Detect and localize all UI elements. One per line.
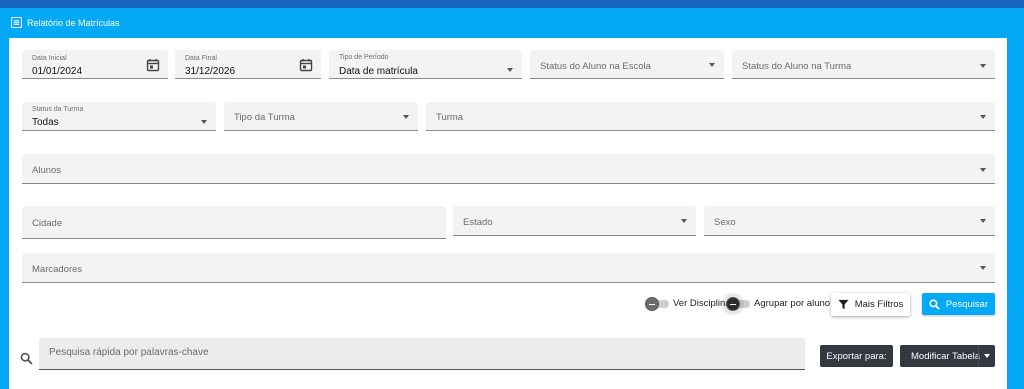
data-inicial-label: Data Inicial: [32, 55, 67, 62]
data-final-value: 31/12/2026: [185, 66, 236, 77]
data-final-label: Data Final: [185, 55, 217, 62]
exportar-label: Exportar para:: [826, 350, 887, 362]
turma-label: Turma: [436, 112, 464, 123]
cidade-label: Cidade: [32, 218, 63, 229]
search-icon: [929, 298, 940, 310]
status-turma-select[interactable]: Status da Turma Todas: [22, 102, 216, 131]
tipo-periodo-select[interactable]: Tipo de Período Data de matrícula: [329, 50, 522, 79]
toggle-knob[interactable]: [726, 296, 740, 311]
page-background-right: [1007, 38, 1024, 389]
chevron-down-icon: [980, 219, 986, 223]
chevron-down-icon: [507, 68, 513, 72]
turma-select[interactable]: Turma: [426, 102, 995, 131]
tipo-turma-select[interactable]: Tipo da Turma: [224, 102, 418, 131]
alunos-label: Alunos: [32, 165, 62, 176]
data-final-field[interactable]: Data Final 31/12/2026: [175, 50, 321, 79]
toggle-knob[interactable]: [645, 296, 659, 311]
status-aluno-turma-label: Status do Aluno na Turma: [742, 61, 852, 72]
pesquisar-label: Pesquisar: [945, 298, 989, 310]
marcadores-label: Marcadores: [32, 264, 83, 275]
chevron-down-icon[interactable]: [984, 354, 990, 358]
mais-filtros-button[interactable]: Mais Filtros: [831, 293, 910, 316]
mais-filtros-label: Mais Filtros: [854, 299, 904, 310]
data-inicial-field[interactable]: Data Inicial 01/01/2024: [22, 50, 168, 79]
toggle-track[interactable]: [645, 296, 669, 311]
top-bar: [0, 0, 1024, 8]
search-icon: [20, 352, 33, 365]
page-header: Relatório de Matrículas: [0, 8, 1024, 38]
page-background-left: [0, 38, 9, 389]
tipo-turma-label: Tipo da Turma: [234, 112, 295, 123]
sexo-label: Sexo: [714, 217, 736, 228]
page-title: Relatório de Matrículas: [11, 17, 120, 28]
tipo-periodo-label: Tipo de Período: [339, 54, 389, 61]
chevron-down-icon: [681, 219, 687, 223]
chevron-down-icon: [980, 64, 986, 68]
agrupar-por-aluno-toggle[interactable]: Agrupar por aluno: [722, 292, 831, 315]
chevron-down-icon: [980, 168, 986, 172]
quick-search-field[interactable]: [39, 338, 805, 370]
exportar-button[interactable]: Exportar para:: [820, 345, 893, 367]
estado-label: Estado: [463, 217, 493, 228]
calendar-icon[interactable]: [146, 58, 160, 72]
filter-icon: [838, 299, 849, 310]
alunos-select[interactable]: Alunos: [22, 154, 995, 184]
status-turma-value: Todas: [32, 117, 59, 128]
modificar-tabela-label: Modificar Tabela: [911, 350, 981, 362]
quick-search-input[interactable]: [49, 347, 789, 358]
chevron-down-icon: [980, 266, 986, 270]
pesquisar-button[interactable]: Pesquisar: [922, 293, 995, 315]
estado-select[interactable]: Estado: [453, 206, 696, 236]
split-divider: [978, 345, 979, 367]
page-title-text: Relatório de Matrículas: [27, 17, 120, 28]
calendar-icon[interactable]: [299, 58, 313, 72]
status-aluno-escola-label: Status do Aluno na Escola: [540, 61, 651, 72]
sexo-select[interactable]: Sexo: [704, 206, 995, 236]
status-aluno-escola-select[interactable]: Status do Aluno na Escola: [530, 50, 724, 79]
chevron-down-icon: [980, 115, 986, 119]
marcadores-select[interactable]: Marcadores: [22, 253, 995, 283]
toggle-track[interactable]: [722, 292, 750, 315]
status-aluno-turma-select[interactable]: Status do Aluno na Turma: [732, 50, 995, 79]
report-icon: [11, 17, 22, 28]
data-inicial-value: 01/01/2024: [32, 66, 83, 77]
status-turma-label: Status da Turma: [32, 106, 84, 113]
tipo-periodo-value: Data de matrícula: [339, 66, 418, 77]
agrupar-por-aluno-label: Agrupar por aluno: [754, 298, 831, 309]
modificar-tabela-button[interactable]: Modificar Tabela: [900, 345, 995, 367]
cidade-input[interactable]: Cidade: [22, 206, 446, 239]
chevron-down-icon: [709, 63, 715, 67]
chevron-down-icon: [403, 115, 409, 119]
chevron-down-icon: [201, 120, 207, 124]
